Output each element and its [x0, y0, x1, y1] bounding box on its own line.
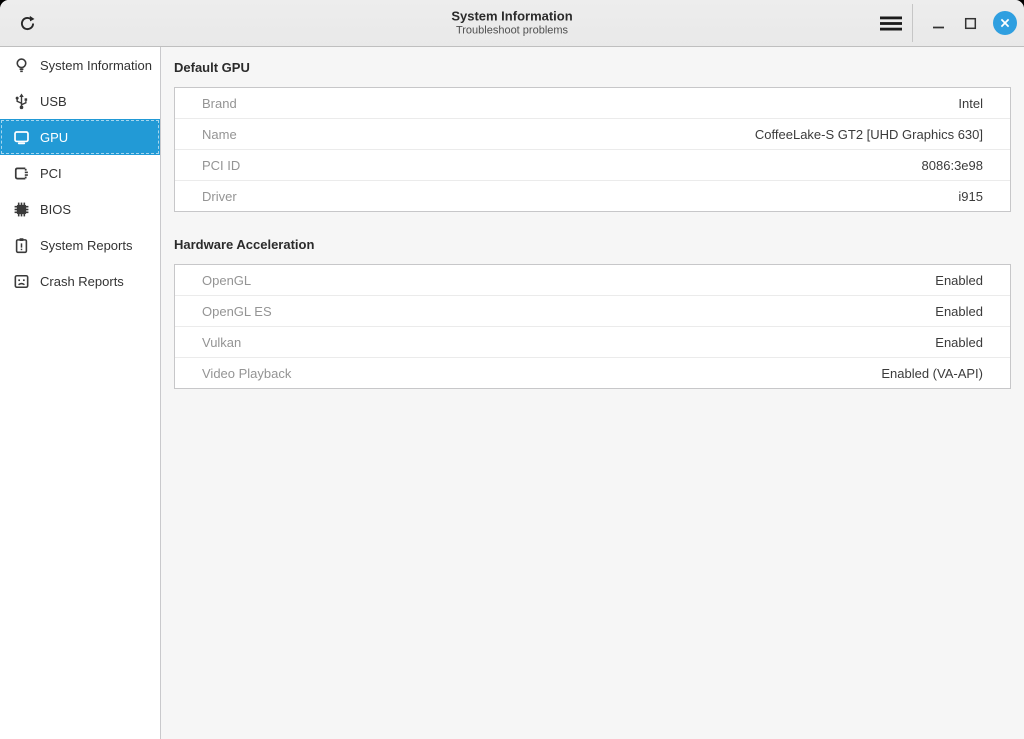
info-section: Default GPU Brand Intel Name CoffeeLake-… [174, 60, 1011, 212]
section-title: Default GPU [174, 60, 1011, 75]
maximize-button[interactable] [954, 7, 986, 39]
pci-card-icon [12, 164, 30, 182]
table-row: OpenGL Enabled [175, 265, 1010, 295]
sidebar-item-label: USB [40, 94, 67, 109]
sidebar-item-label: BIOS [40, 202, 71, 217]
crash-face-icon [12, 272, 30, 290]
table-row: Vulkan Enabled [175, 326, 1010, 357]
titlebar: System Information Troubleshoot problems [0, 0, 1024, 47]
sidebar-item-system-reports[interactable]: System Reports [0, 227, 160, 263]
row-value: i915 [958, 189, 983, 204]
row-label: Name [202, 127, 237, 142]
app-window: System Information Troubleshoot problems [0, 0, 1024, 739]
sidebar: System Information USB GPU PCI BIOS Syst… [0, 47, 161, 739]
row-label: Vulkan [202, 335, 241, 350]
main-area: System Information USB GPU PCI BIOS Syst… [0, 47, 1024, 739]
sidebar-item-usb[interactable]: USB [0, 83, 160, 119]
content-area: Default GPU Brand Intel Name CoffeeLake-… [161, 47, 1024, 739]
info-table: Brand Intel Name CoffeeLake-S GT2 [UHD G… [174, 87, 1011, 212]
table-row: PCI ID 8086:3e98 [175, 149, 1010, 180]
table-row: Driver i915 [175, 180, 1010, 211]
close-button[interactable] [993, 11, 1017, 35]
minimize-icon [932, 17, 945, 30]
table-row: Video Playback Enabled (VA-API) [175, 357, 1010, 388]
table-row: OpenGL ES Enabled [175, 295, 1010, 326]
window-subtitle: Troubleshoot problems [451, 25, 572, 38]
row-value: Enabled [935, 304, 983, 319]
minimize-button[interactable] [922, 7, 954, 39]
table-row: Name CoffeeLake-S GT2 [UHD Graphics 630] [175, 118, 1010, 149]
row-value: Enabled [935, 273, 983, 288]
sidebar-item-label: GPU [40, 130, 68, 145]
sidebar-item-bios[interactable]: BIOS [0, 191, 160, 227]
refresh-icon [18, 14, 37, 33]
row-label: OpenGL ES [202, 304, 272, 319]
row-value: 8086:3e98 [922, 158, 983, 173]
titlebar-separator [912, 4, 913, 42]
close-icon [999, 17, 1011, 29]
gpu-monitor-icon [12, 128, 30, 146]
row-value: Enabled (VA-API) [881, 366, 983, 381]
row-label: Brand [202, 96, 237, 111]
sidebar-item-label: System Information [40, 58, 152, 73]
sidebar-item-gpu[interactable]: GPU [0, 119, 160, 155]
row-label: Video Playback [202, 366, 291, 381]
row-value: CoffeeLake-S GT2 [UHD Graphics 630] [755, 127, 983, 142]
usb-icon [12, 92, 30, 110]
clipboard-alert-icon [12, 236, 30, 254]
table-row: Brand Intel [175, 88, 1010, 118]
refresh-button[interactable] [11, 7, 43, 39]
window-title: System Information [451, 9, 572, 24]
info-section: Hardware Acceleration OpenGL Enabled Ope… [174, 237, 1011, 389]
sidebar-item-system-information[interactable]: System Information [0, 47, 160, 83]
row-value: Enabled [935, 335, 983, 350]
row-value: Intel [958, 96, 983, 111]
maximize-icon [964, 17, 977, 30]
sidebar-item-crash-reports[interactable]: Crash Reports [0, 263, 160, 299]
sidebar-item-label: PCI [40, 166, 62, 181]
info-table: OpenGL Enabled OpenGL ES Enabled Vulkan … [174, 264, 1011, 389]
sidebar-item-label: Crash Reports [40, 274, 124, 289]
row-label: OpenGL [202, 273, 251, 288]
window-controls [875, 4, 1024, 42]
menu-button[interactable] [875, 7, 907, 39]
hamburger-menu-icon [879, 15, 903, 32]
sidebar-item-pci[interactable]: PCI [0, 155, 160, 191]
lightbulb-icon [12, 56, 30, 74]
titlebar-text: System Information Troubleshoot problems [451, 9, 572, 38]
row-label: PCI ID [202, 158, 240, 173]
row-label: Driver [202, 189, 237, 204]
section-title: Hardware Acceleration [174, 237, 1011, 252]
bios-chip-icon [12, 200, 30, 218]
sidebar-item-label: System Reports [40, 238, 132, 253]
